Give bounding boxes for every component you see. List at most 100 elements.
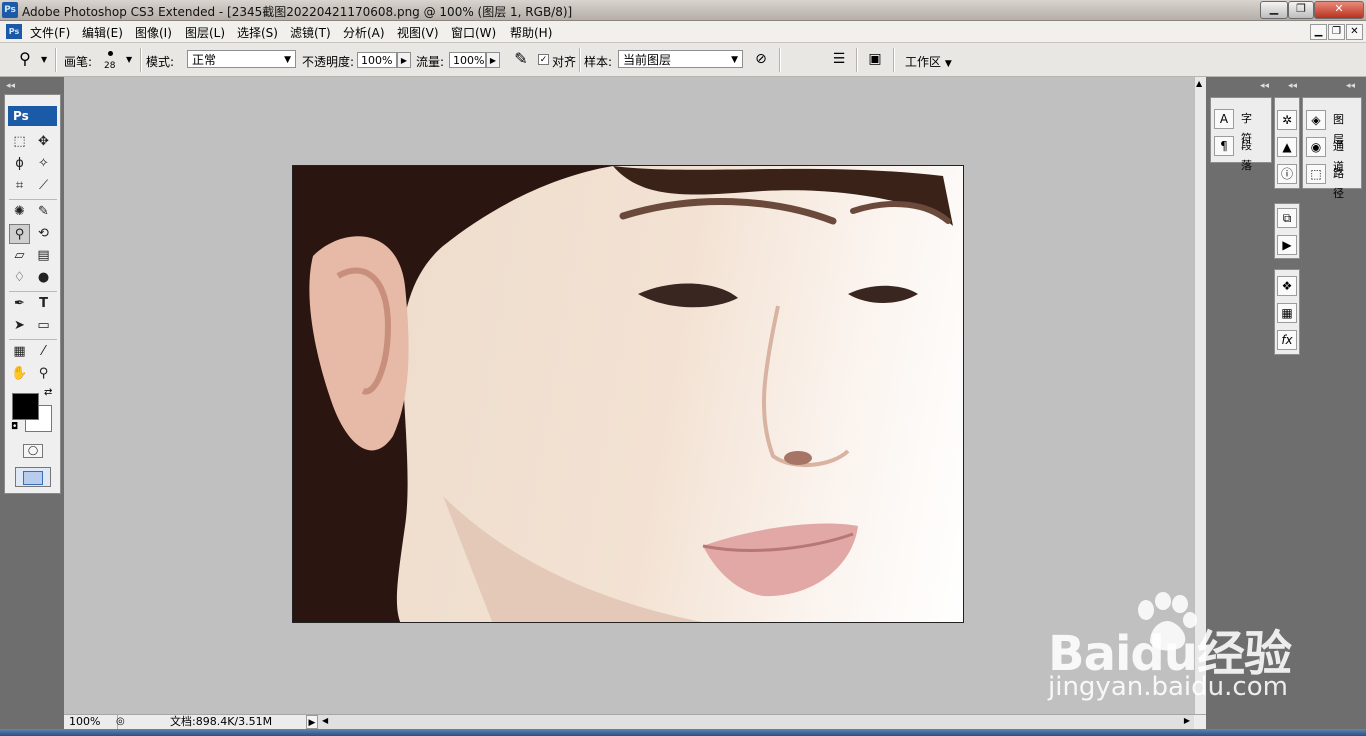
histogram-icon[interactable]: ▲ [1277, 137, 1297, 157]
close-button[interactable]: ✕ [1314, 1, 1364, 19]
minimize-button[interactable]: ▁ [1260, 1, 1288, 19]
brush-tool[interactable]: ✎ [33, 202, 54, 222]
tool-preset-arrow-icon[interactable]: ▼ [41, 55, 47, 64]
airbrush-icon[interactable]: ✎ [509, 48, 533, 70]
collapse-panel-icon[interactable]: ◂◂ [1346, 81, 1355, 91]
history-brush-tool[interactable]: ⟲ [33, 224, 54, 244]
slice-tool[interactable]: ⟋ [33, 176, 54, 196]
screen-mode-icon[interactable] [15, 467, 51, 487]
swap-colors-icon[interactable]: ⇄ [44, 387, 52, 398]
palette-well-icon[interactable]: ☰ [828, 48, 850, 70]
collapse-panel-icon[interactable]: ◂◂ [1260, 81, 1269, 91]
navigator-icon[interactable]: ✲ [1277, 110, 1297, 130]
lasso-tool[interactable]: ϕ [9, 154, 30, 174]
eyedropper-tool[interactable]: ⁄ [33, 342, 54, 362]
shape-tool[interactable]: ▭ [33, 316, 54, 336]
menu-analysis[interactable]: 分析(A) [343, 24, 385, 41]
divider [856, 48, 857, 72]
flow-slider-button[interactable]: ▶ [486, 52, 500, 68]
document-icon: Ps [6, 24, 22, 39]
blur-tool[interactable]: ♢ [9, 268, 30, 288]
flow-field[interactable]: 100% [449, 52, 486, 68]
magic-wand-tool[interactable]: ✧ [33, 154, 54, 174]
menu-filter[interactable]: 滤镜(T) [290, 24, 331, 41]
toolbox-logo: Ps [8, 106, 57, 126]
status-menu-icon[interactable]: ◎ [116, 716, 125, 727]
panel-group-layers: ◈ 图层 ◉ 通道 ⬚ 路径 [1302, 97, 1362, 200]
type-tool[interactable]: T [33, 294, 54, 314]
foreground-color-swatch[interactable] [12, 393, 39, 420]
bridge-icon[interactable]: ▣ [863, 48, 887, 70]
clone-stamp-preset-icon[interactable]: ⚲ [14, 48, 36, 70]
menu-layer[interactable]: 图层(L) [185, 24, 225, 41]
horizontal-scrollbar[interactable]: ◀ ▶ [318, 715, 1194, 729]
menu-select[interactable]: 选择(S) [237, 24, 278, 41]
color-icon[interactable]: ❖ [1277, 276, 1297, 296]
options-bar: ⚲ ▼ 画笔: 28 ▼ 模式: 正常 ▼ 不透明度: 100% ▶ 流量: 1… [0, 43, 1366, 77]
align-checkbox[interactable]: ✓ [538, 54, 549, 65]
menu-image[interactable]: 图像(I) [135, 24, 172, 41]
scroll-up-icon[interactable]: ▲ [1196, 79, 1202, 88]
pen-tool[interactable]: ✒ [9, 294, 30, 314]
sample-value: 当前图层 [623, 53, 672, 67]
history-icon[interactable]: ⧉ [1277, 208, 1297, 228]
opacity-label: 不透明度: [302, 55, 355, 69]
taskbar [0, 729, 1366, 736]
mode-dropdown[interactable]: 正常 ▼ [187, 50, 296, 68]
ignore-adjustment-layers-icon[interactable]: ⊘ [751, 48, 771, 70]
opacity-slider-button[interactable]: ▶ [397, 52, 411, 68]
gradient-tool[interactable]: ▤ [33, 246, 54, 266]
panel-group-history: ⧉ ▶ [1274, 203, 1300, 259]
document-image[interactable] [292, 165, 964, 623]
menu-edit[interactable]: 编辑(E) [82, 24, 123, 41]
doc-minimize-button[interactable]: ▁ [1310, 24, 1327, 40]
paths-label: 路径 [1333, 167, 1344, 200]
opacity-field[interactable]: 100% [357, 52, 397, 68]
brush-picker-arrow-icon[interactable]: ▼ [126, 55, 132, 64]
status-bar: 100% ◎ 文档:898.4K/3.51M ▶ ◀ ▶ [64, 714, 1206, 730]
workspace-menu[interactable]: 工作区 ▼ [905, 53, 952, 70]
brush-picker[interactable]: 28 [100, 47, 122, 73]
styles-icon[interactable]: fx [1277, 330, 1297, 350]
menu-view[interactable]: 视图(V) [397, 24, 439, 41]
healing-brush-tool[interactable]: ✺ [9, 202, 30, 222]
menu-file[interactable]: 文件(F) [30, 24, 70, 41]
quick-mask-icon[interactable]: ◯ [23, 444, 43, 458]
move-tool[interactable]: ✥ [33, 132, 54, 152]
zoom-tool[interactable]: ⚲ [33, 364, 54, 384]
collapse-toolbox-icon[interactable]: ◂◂ [6, 81, 15, 91]
doc-close-button[interactable]: ✕ [1346, 24, 1363, 40]
divider [55, 48, 56, 72]
flow-label: 流量: [416, 55, 445, 69]
sample-label: 样本: [584, 55, 613, 69]
actions-icon[interactable]: ▶ [1277, 235, 1297, 255]
hand-tool[interactable]: ✋ [9, 364, 30, 384]
collapse-panel-icon[interactable]: ◂◂ [1288, 81, 1297, 91]
divider [9, 291, 57, 292]
eraser-tool[interactable]: ▱ [9, 246, 30, 266]
path-selection-tool[interactable]: ➤ [9, 316, 30, 336]
default-colors-icon[interactable]: ◘ [11, 422, 18, 432]
nose-shape [761, 305, 850, 468]
menu-window[interactable]: 窗口(W) [451, 24, 496, 41]
divider [779, 48, 780, 72]
info-icon[interactable]: ⓘ [1277, 164, 1297, 184]
crop-tool[interactable]: ⌗ [9, 176, 30, 196]
status-arrow-icon[interactable]: ▶ [306, 715, 318, 729]
doc-restore-button[interactable]: ❐ [1328, 24, 1345, 40]
clone-stamp-tool[interactable]: ⚲ [9, 224, 30, 244]
scroll-left-icon[interactable]: ◀ [322, 716, 328, 725]
sample-dropdown[interactable]: 当前图层 ▼ [618, 50, 743, 68]
portrait-photo [293, 166, 953, 622]
restore-button[interactable]: ❐ [1288, 1, 1314, 19]
swatches-icon[interactable]: ▦ [1277, 303, 1297, 323]
notes-tool[interactable]: ▦ [9, 342, 30, 362]
menu-bar: Ps 文件(F) 编辑(E) 图像(I) 图层(L) 选择(S) 滤镜(T) 分… [0, 21, 1366, 43]
zoom-level-field[interactable]: 100% [66, 715, 118, 729]
marquee-tool[interactable]: ⬚ [9, 132, 30, 152]
menu-help[interactable]: 帮助(H) [510, 24, 552, 41]
dodge-tool[interactable]: ● [33, 268, 54, 288]
scroll-right-icon[interactable]: ▶ [1184, 716, 1190, 725]
divider [9, 339, 57, 340]
watermark-url: jingyan.baidu.com [1048, 672, 1288, 702]
